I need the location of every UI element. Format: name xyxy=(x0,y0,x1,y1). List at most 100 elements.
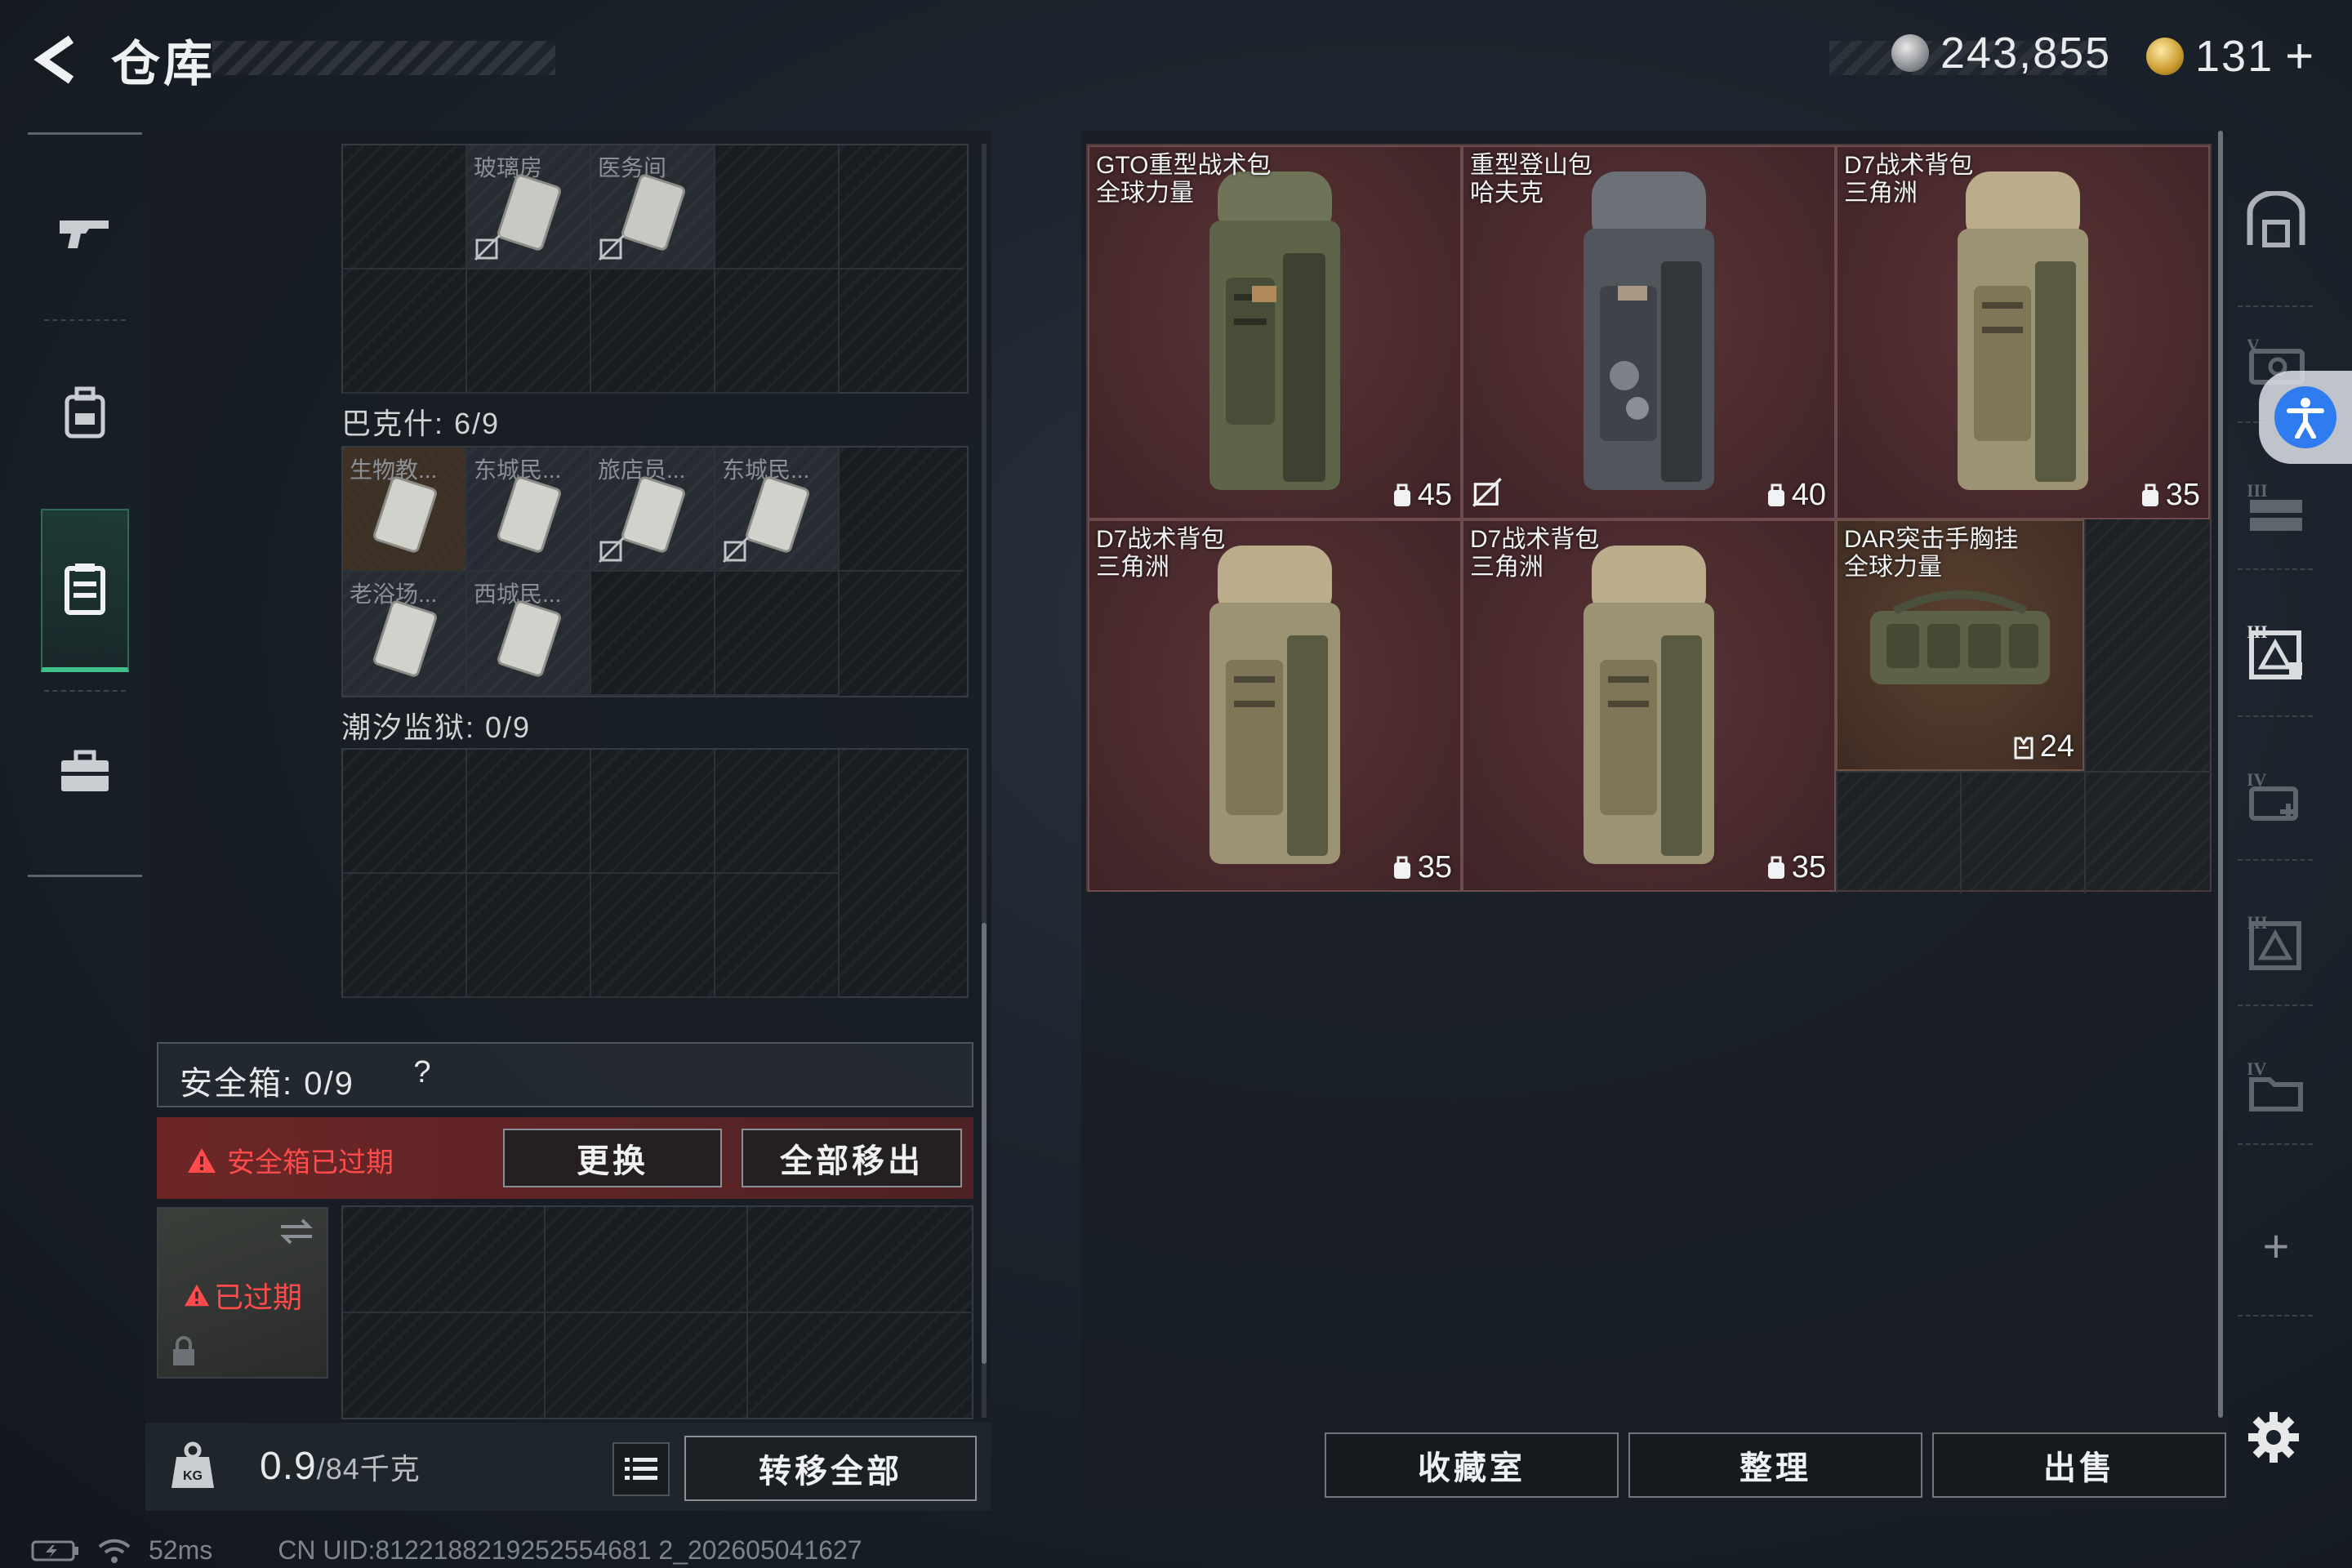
nav-backpack[interactable] xyxy=(41,331,129,494)
keycard-grid-tidal xyxy=(341,748,969,998)
keycard-slot[interactable]: 老浴场... xyxy=(343,572,467,696)
keycard-icon xyxy=(497,476,561,553)
page-title: 仓库 xyxy=(111,37,216,91)
tier3-pouch-icon: III xyxy=(2247,621,2302,679)
tier3-rack-tab[interactable]: III xyxy=(2239,470,2313,544)
sell-button[interactable]: 出售 xyxy=(1932,1432,2226,1498)
weight-value: 0.9 xyxy=(260,1445,317,1488)
add-tab-button[interactable]: + xyxy=(2239,1209,2313,1282)
tier3-pouch-tab[interactable]: III xyxy=(2239,614,2313,688)
item-name: GTO重型战术包 全球力量 xyxy=(1096,152,1272,207)
keycard-icon xyxy=(373,476,437,553)
status-bar: 52ms CN UID:8122188219252554681 2_202605… xyxy=(31,1535,862,1566)
svg-text:III: III xyxy=(2247,480,2268,501)
tier3-ammo-tab[interactable]: III xyxy=(2239,905,2313,978)
keycard-slot[interactable]: 东城民... xyxy=(715,448,840,572)
item-capacity: 35 xyxy=(2140,478,2200,513)
wifi-icon xyxy=(98,1539,131,1563)
tier4-folder-icon: IV xyxy=(2247,1058,2303,1111)
stash-panel: GTO重型战术包 全球力量 45 重型登山包 哈夫克 40 D7战术背包 三角洲… xyxy=(1081,131,2228,1511)
safe-box-expired-bar: 安全箱已过期 更换 全部移出 xyxy=(157,1117,973,1199)
swap-icon xyxy=(280,1218,313,1245)
sort-button[interactable]: 整理 xyxy=(1628,1432,1922,1498)
uid-text: CN UID:8122188219252554681 2_20260504162… xyxy=(278,1535,862,1565)
backpack-image xyxy=(1584,172,1714,490)
back-button[interactable] xyxy=(24,31,90,88)
expired-status: 已过期 xyxy=(183,1274,302,1316)
title-decoration xyxy=(212,41,555,75)
collection-room-button[interactable]: 收藏室 xyxy=(1325,1432,1619,1498)
no-transfer-icon xyxy=(598,234,626,261)
capacity-bag-icon xyxy=(1767,483,1784,506)
list-icon xyxy=(625,1458,657,1480)
nav-containers[interactable] xyxy=(41,509,129,672)
list-view-button[interactable] xyxy=(612,1442,670,1496)
keycard-slot[interactable]: 医务间 xyxy=(591,145,715,270)
nav-weapons[interactable] xyxy=(41,151,129,314)
nav-toolbox[interactable] xyxy=(41,690,129,853)
stash-item-d7-backpack[interactable]: D7战术背包 三角洲 35 xyxy=(1836,145,2210,519)
stash-item-d7-backpack[interactable]: D7战术背包 三角洲 35 xyxy=(1088,519,1462,892)
back-arrow-icon xyxy=(33,35,74,84)
item-capacity: 45 xyxy=(1392,478,1452,513)
stash-tab[interactable] xyxy=(2239,183,2313,256)
gold-currency[interactable]: 131 + xyxy=(2146,28,2315,84)
item-capacity: 35 xyxy=(1392,850,1452,885)
weight-bar: KG 0.9/84千克 转移全部 xyxy=(145,1423,991,1511)
weight-readout: 0.9/84千克 xyxy=(260,1444,421,1489)
stash-item-heavy-mountain-pack[interactable]: 重型登山包 哈夫克 40 xyxy=(1462,145,1836,519)
keycard-icon xyxy=(497,174,561,251)
keycard-slot[interactable]: 旅店员... xyxy=(591,448,715,572)
backpack-image xyxy=(1209,546,1340,864)
stash-tab-icon xyxy=(2247,191,2305,247)
tier4-medical-tab[interactable]: IV xyxy=(2239,760,2313,833)
tier4-folder-tab[interactable]: IV xyxy=(2239,1049,2313,1122)
keycard-slot[interactable]: 东城民... xyxy=(467,448,591,572)
keycard-slot[interactable]: 西城民... xyxy=(467,572,591,696)
stash-item-d7-backpack[interactable]: D7战术背包 三角洲 35 xyxy=(1462,519,1836,892)
settings-button[interactable] xyxy=(2241,1405,2306,1470)
capacity-value: 35 xyxy=(1417,850,1452,884)
left-scrollbar[interactable] xyxy=(982,923,987,1364)
toolbox-icon xyxy=(61,750,109,791)
gear-icon xyxy=(2248,1412,2299,1463)
svg-text:IV: IV xyxy=(2247,1058,2267,1079)
svg-text:KG: KG xyxy=(183,1469,203,1483)
transfer-all-button[interactable]: 转移全部 xyxy=(684,1436,977,1501)
expired-warning: 安全箱已过期 xyxy=(186,1140,394,1180)
accessibility-button[interactable] xyxy=(2259,371,2352,464)
item-capacity: 40 xyxy=(1766,478,1826,513)
tidal-prison-label: 潮汐监狱: 0/9 xyxy=(341,710,532,744)
capacity-bag-icon xyxy=(1393,856,1410,879)
remove-all-button[interactable]: 全部移出 xyxy=(742,1129,962,1187)
accessibility-icon xyxy=(2274,386,2336,448)
expired-warning-text: 安全箱已过期 xyxy=(227,1147,394,1178)
gold-plus-icon[interactable]: + xyxy=(2285,28,2315,84)
help-icon[interactable]: ? xyxy=(403,1054,441,1091)
right-nav: V III III IV III IV + xyxy=(2223,131,2324,1454)
keycard-slot[interactable]: 玻璃房 xyxy=(467,145,591,270)
chest-rig-image xyxy=(1870,590,2050,684)
silver-currency: 243,855 xyxy=(1891,28,2111,78)
replace-button[interactable]: 更换 xyxy=(503,1129,722,1187)
gold-amount: 131 xyxy=(2195,31,2274,81)
item-name: D7战术背包 三角洲 xyxy=(1844,152,1974,207)
backpack-icon xyxy=(65,386,105,439)
keycard-slot[interactable]: 生物教... xyxy=(343,448,467,572)
ping-value: 52ms xyxy=(149,1535,213,1565)
silver-coin-icon xyxy=(1891,34,1929,72)
lock-icon xyxy=(173,1336,194,1365)
capacity-bag-icon xyxy=(1393,483,1410,506)
stash-item-dar-chest-rig[interactable]: DAR突击手胸挂 全球力量 24 xyxy=(1836,519,2084,771)
safe-box-thumbnail[interactable]: 已过期 xyxy=(157,1207,328,1379)
keycard-icon xyxy=(746,476,809,553)
battery-icon xyxy=(31,1540,78,1561)
weight-total: /84千克 xyxy=(316,1452,421,1486)
stash-item-gto-backpack[interactable]: GTO重型战术包 全球力量 45 xyxy=(1088,145,1462,519)
item-name: D7战术背包 三角洲 xyxy=(1470,526,1600,581)
item-capacity: 35 xyxy=(1766,850,1826,885)
tier4-medical-icon: IV xyxy=(2247,769,2298,821)
keycard-icon xyxy=(497,600,561,677)
left-nav xyxy=(28,132,142,877)
no-transfer-icon xyxy=(598,536,626,564)
